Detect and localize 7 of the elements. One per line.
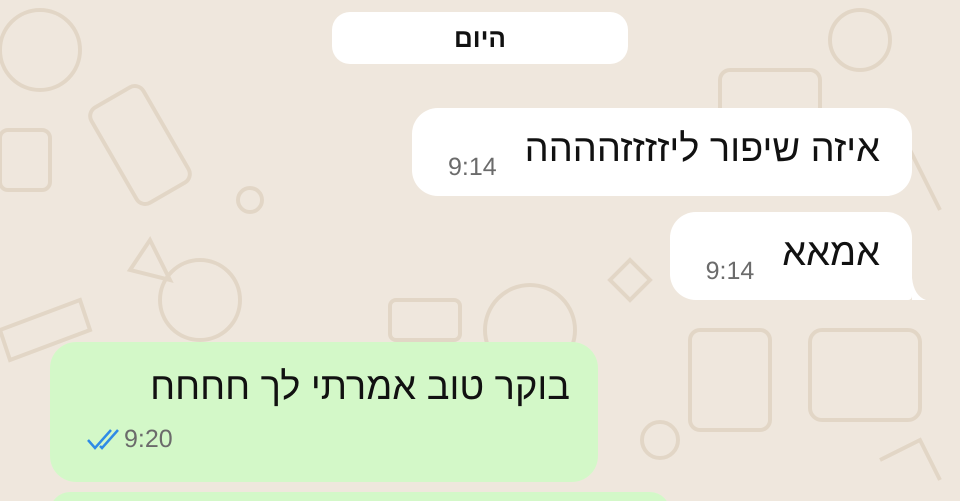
message-time: 9:20 <box>124 424 173 454</box>
message-text: אמאא <box>782 231 880 276</box>
message-text: איזה שיפור ליזזזזהההה <box>524 127 880 172</box>
message-text: בוקר טוב אמרתי לך חחחח <box>149 365 570 410</box>
message-time: 9:14 <box>448 152 497 182</box>
date-chip: היום <box>332 12 628 64</box>
message-time: 9:14 <box>706 256 754 286</box>
